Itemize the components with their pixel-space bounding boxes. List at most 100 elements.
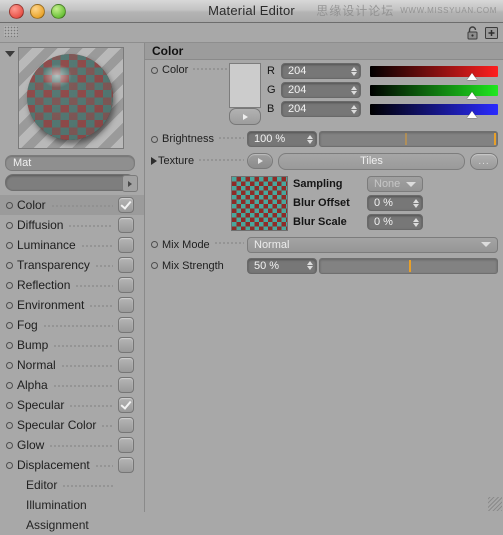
blur-scale-field[interactable]: 0 % bbox=[367, 214, 423, 230]
channel-list: Color Diffusion Luminance Transparency R… bbox=[0, 195, 144, 535]
channel-row-displacement[interactable]: Displacement bbox=[0, 455, 144, 475]
brightness-value-field[interactable]: 100 % bbox=[247, 131, 317, 147]
lock-icon[interactable] bbox=[465, 25, 480, 40]
color-picker-button[interactable] bbox=[229, 108, 261, 125]
brightness-slider-marker[interactable] bbox=[494, 133, 496, 145]
blur-scale-row: Blur Scale 0 % bbox=[293, 214, 423, 230]
g-value-field[interactable]: 204 bbox=[281, 82, 361, 98]
page-row-editor[interactable]: Editor bbox=[0, 475, 144, 495]
mix-strength-slider-marker[interactable] bbox=[408, 259, 411, 272]
channel-row-normal[interactable]: Normal bbox=[0, 355, 144, 375]
chevron-right-icon bbox=[242, 113, 248, 120]
b-value-field[interactable]: 204 bbox=[281, 101, 361, 117]
texture-arrow-button[interactable] bbox=[247, 153, 273, 169]
g-slider[interactable] bbox=[370, 84, 498, 99]
color-swatch[interactable] bbox=[229, 63, 261, 108]
r-slider-marker[interactable] bbox=[467, 72, 478, 80]
page-row-illumination[interactable]: Illumination bbox=[0, 495, 144, 515]
b-slider[interactable] bbox=[370, 103, 498, 118]
color-label: Color bbox=[162, 64, 189, 76]
plus-box-icon[interactable] bbox=[484, 25, 499, 40]
stepper-icon[interactable] bbox=[351, 66, 357, 76]
channel-checkbox[interactable] bbox=[118, 317, 134, 333]
mix-strength-label-group: Mix Strength bbox=[151, 260, 247, 272]
channel-checkbox[interactable] bbox=[118, 457, 134, 473]
stepper-icon[interactable] bbox=[351, 85, 357, 95]
channel-checkbox[interactable] bbox=[118, 337, 134, 353]
leader-dots bbox=[217, 133, 244, 142]
chevron-right-icon bbox=[257, 158, 263, 164]
stepper-icon[interactable] bbox=[307, 261, 313, 270]
channel-row-reflection[interactable]: Reflection bbox=[0, 275, 144, 295]
mix-strength-row: Mix Strength 50 % bbox=[145, 255, 503, 276]
channel-name-r: R bbox=[267, 65, 275, 77]
title-bar: Material Editor 思缘设计论坛 WWW.MISSYUAN.COM bbox=[0, 0, 503, 23]
g-slider-marker[interactable] bbox=[467, 91, 478, 99]
bullet-icon bbox=[151, 66, 158, 74]
bullet-icon bbox=[6, 321, 13, 329]
mix-mode-select[interactable]: Normal bbox=[247, 236, 498, 253]
b-slider-marker[interactable] bbox=[467, 110, 478, 118]
channel-checkbox[interactable] bbox=[118, 257, 134, 273]
texture-more-label: ... bbox=[478, 155, 490, 167]
sampling-label: Sampling bbox=[293, 178, 343, 190]
channel-row-diffusion[interactable]: Diffusion bbox=[0, 215, 144, 235]
channel-row-color[interactable]: Color bbox=[0, 195, 144, 215]
texture-value-field[interactable]: Tiles bbox=[278, 152, 465, 170]
channel-label: Luminance bbox=[17, 238, 76, 252]
bullet-icon bbox=[6, 221, 13, 229]
texture-more-button[interactable]: ... bbox=[470, 152, 498, 170]
channel-row-alpha[interactable]: Alpha bbox=[0, 375, 144, 395]
leader-dots bbox=[80, 241, 113, 251]
expand-triangle-icon[interactable] bbox=[151, 157, 157, 165]
material-name-field[interactable]: Mat bbox=[5, 155, 135, 171]
leader-dots bbox=[94, 261, 113, 271]
sidebar: Mat Color Diffusion Luminance Transparen… bbox=[0, 43, 145, 532]
channel-checkbox[interactable] bbox=[118, 217, 134, 233]
channel-row-luminance[interactable]: Luminance bbox=[0, 235, 144, 255]
channel-label: Diffusion bbox=[17, 218, 64, 232]
channel-row-bump[interactable]: Bump bbox=[0, 335, 144, 355]
channel-row-environment[interactable]: Environment bbox=[0, 295, 144, 315]
stepper-icon[interactable] bbox=[307, 134, 313, 144]
texture-label-group: Texture bbox=[151, 155, 247, 167]
channel-checkbox[interactable] bbox=[118, 437, 134, 453]
bullet-icon bbox=[6, 441, 13, 449]
channel-checkbox[interactable] bbox=[118, 397, 134, 413]
channel-checkbox[interactable] bbox=[118, 417, 134, 433]
drag-grip-icon[interactable] bbox=[4, 26, 18, 37]
stepper-icon[interactable] bbox=[413, 217, 419, 227]
channel-row-fog[interactable]: Fog bbox=[0, 315, 144, 335]
channel-checkbox[interactable] bbox=[118, 197, 134, 213]
blur-offset-field[interactable]: 0 % bbox=[367, 195, 423, 211]
channel-checkbox[interactable] bbox=[118, 237, 134, 253]
r-value-field[interactable]: 204 bbox=[281, 63, 361, 79]
stepper-icon[interactable] bbox=[351, 104, 357, 114]
color-channel-r: R 204 bbox=[267, 63, 498, 80]
channel-row-specular[interactable]: Specular bbox=[0, 395, 144, 415]
channel-checkbox[interactable] bbox=[118, 277, 134, 293]
search-expand-button[interactable] bbox=[122, 175, 138, 192]
sampling-select[interactable]: None bbox=[367, 176, 423, 192]
channel-row-transparency[interactable]: Transparency bbox=[0, 255, 144, 275]
mix-strength-value-field[interactable]: 50 % bbox=[247, 257, 317, 274]
r-gradient bbox=[370, 65, 498, 77]
r-slider[interactable] bbox=[370, 65, 498, 80]
collapse-triangle-icon[interactable] bbox=[5, 51, 15, 57]
texture-fields: Sampling None Blur Offset 0 % Blur Scale… bbox=[293, 176, 423, 233]
material-search-field[interactable] bbox=[5, 174, 138, 192]
texture-thumbnail[interactable] bbox=[231, 176, 288, 231]
stepper-icon[interactable] bbox=[413, 198, 419, 208]
channel-checkbox[interactable] bbox=[118, 357, 134, 373]
material-preview[interactable] bbox=[18, 47, 124, 149]
resize-grip-icon[interactable] bbox=[488, 497, 502, 511]
page-row-assignment[interactable]: Assignment bbox=[0, 515, 144, 535]
channel-checkbox[interactable] bbox=[118, 377, 134, 393]
mix-mode-label-group: Mix Mode bbox=[151, 238, 247, 251]
channel-row-specular-color[interactable]: Specular Color bbox=[0, 415, 144, 435]
leader-dots bbox=[50, 201, 113, 211]
channel-row-glow[interactable]: Glow bbox=[0, 435, 144, 455]
mix-strength-slider[interactable] bbox=[319, 257, 498, 274]
brightness-slider[interactable] bbox=[319, 131, 498, 147]
channel-checkbox[interactable] bbox=[118, 297, 134, 313]
